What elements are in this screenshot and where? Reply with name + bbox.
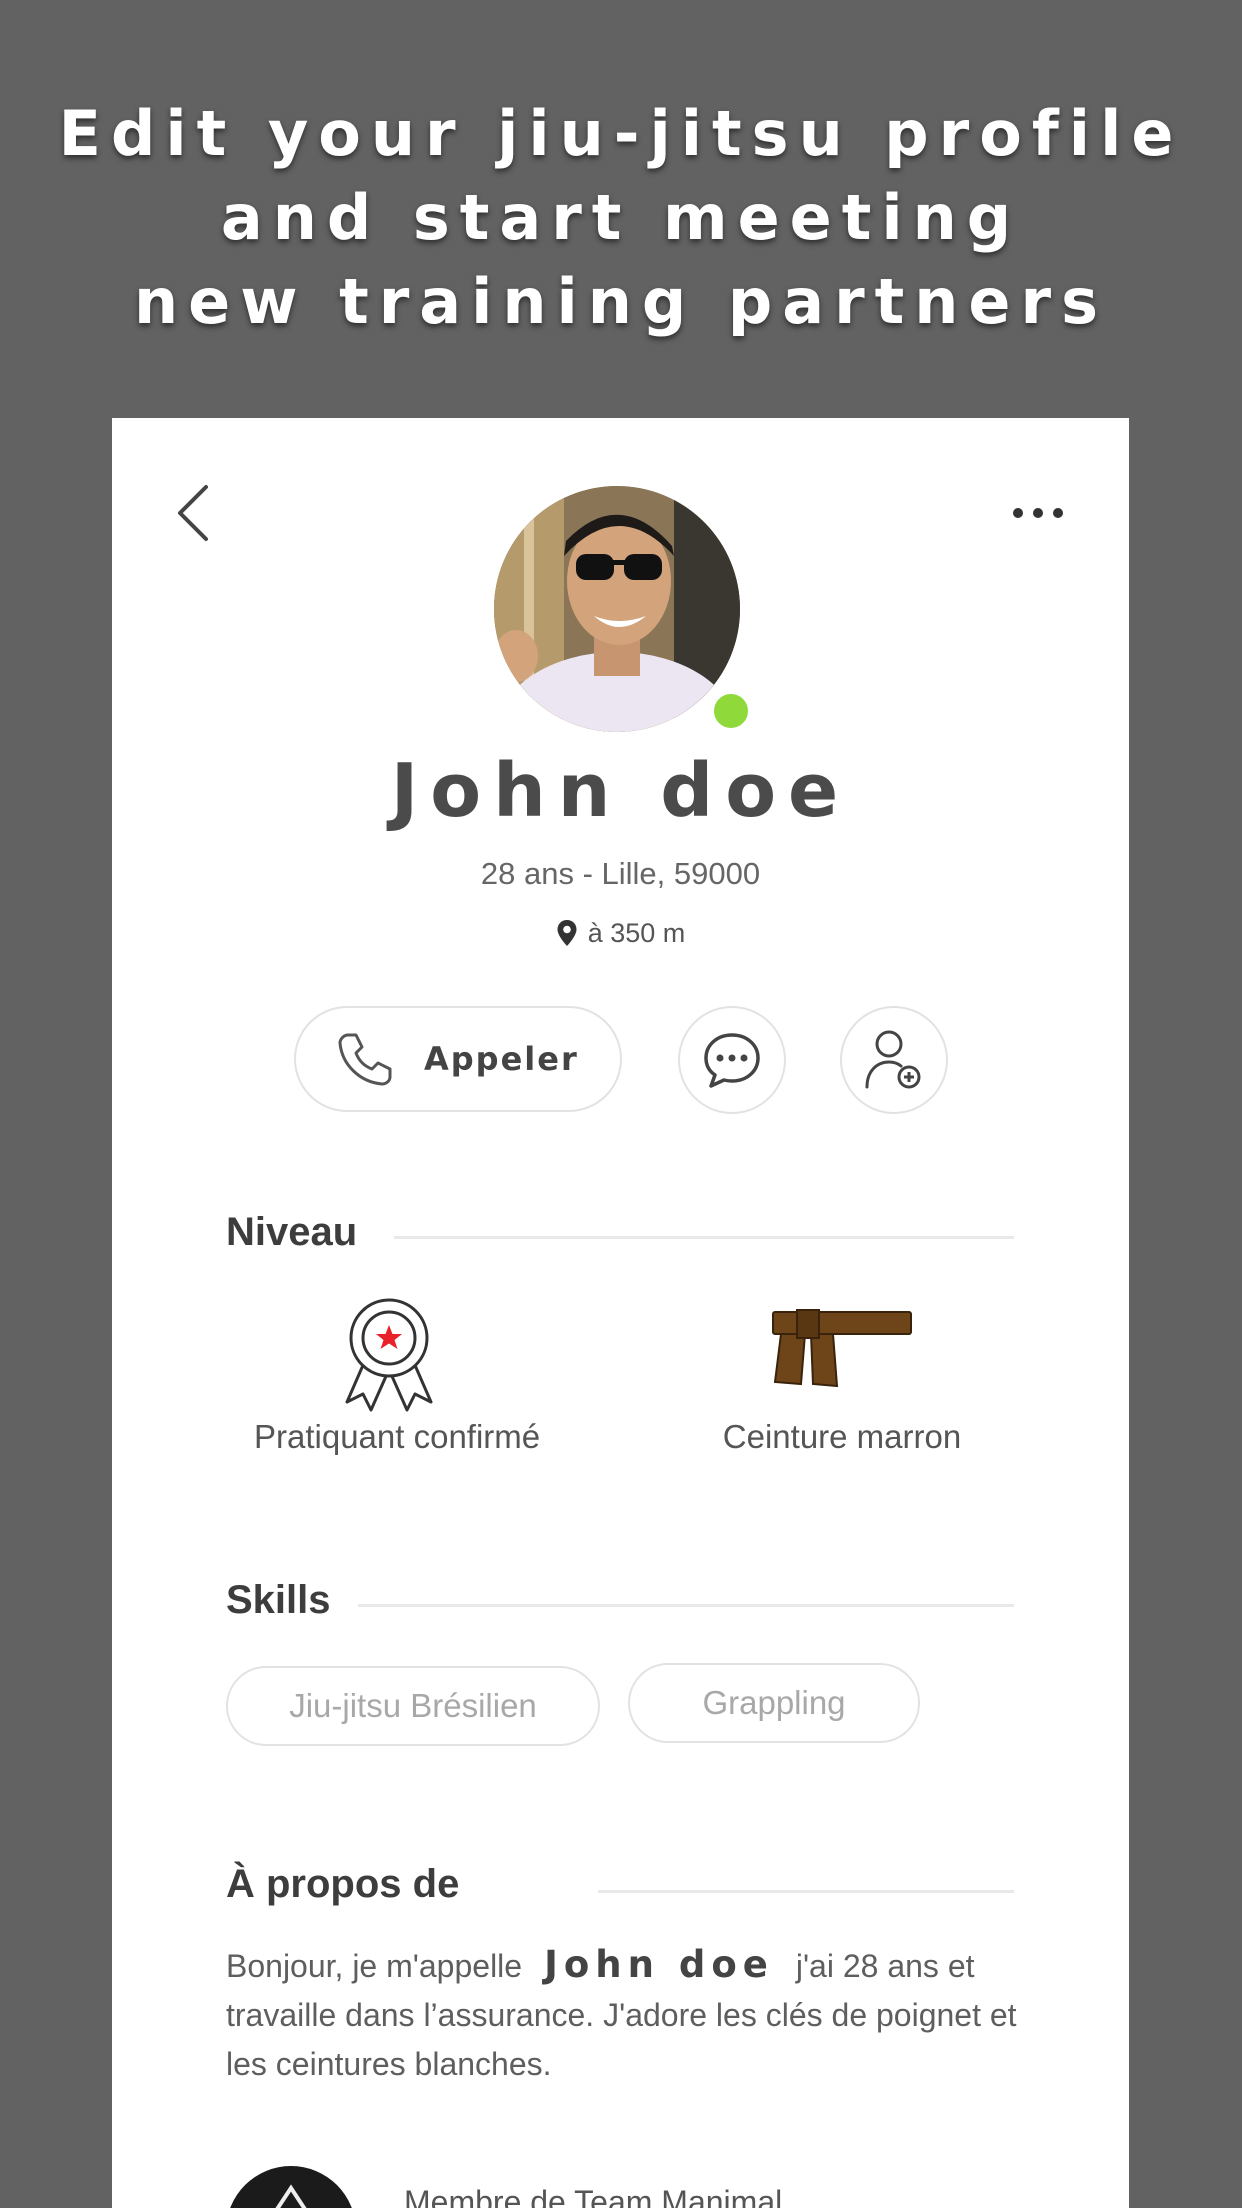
about-name: John doe xyxy=(544,1943,774,1986)
add-user-icon xyxy=(865,1030,921,1089)
belt-icon xyxy=(772,1309,912,1388)
add-friend-button[interactable] xyxy=(840,1006,948,1114)
headline-line-2: and start meeting xyxy=(220,181,1022,254)
level-experience-label: Pratiquant confirmé xyxy=(254,1418,541,1455)
phone-icon xyxy=(338,1033,392,1086)
back-button[interactable] xyxy=(174,483,214,543)
profile-name: John doe xyxy=(390,748,851,834)
message-button[interactable] xyxy=(678,1006,786,1114)
award-badge-icon xyxy=(345,1298,433,1412)
section-divider xyxy=(358,1604,1014,1607)
skill-chip[interactable]: Grappling xyxy=(628,1663,920,1743)
distance-text: à 350 m xyxy=(587,918,686,948)
chevron-left-icon xyxy=(178,485,208,541)
section-title-skills: Skills xyxy=(226,1578,331,1622)
section-divider xyxy=(394,1236,1014,1239)
about-intro: Bonjour, je m'appelle xyxy=(226,1948,523,1984)
location-pin-icon xyxy=(557,920,577,946)
promo-headline: Edit your jiu-jitsu profile and start me… xyxy=(0,92,1242,344)
avatar-photo xyxy=(494,486,740,732)
about-rest-line1: j'ai 28 ans xyxy=(795,1948,939,1984)
team-membership: Membre de Team Manimal xyxy=(404,2184,783,2208)
team-logo xyxy=(226,2166,356,2208)
level-experience: Pratiquant confirmé xyxy=(254,1294,541,1456)
level-belt-label: Ceinture marron xyxy=(722,1418,962,1455)
profile-distance: à 350 m xyxy=(112,918,1129,949)
profile-age-location: 28 ans - Lille, 59000 xyxy=(480,856,761,891)
section-title-niveau: Niveau xyxy=(226,1210,358,1254)
call-button[interactable]: Appeler xyxy=(294,1006,622,1112)
more-dots-icon xyxy=(1013,508,1063,518)
level-belt: Ceinture marron xyxy=(692,1294,992,1456)
about-text: Bonjour, je m'appelle John doe j'ai 28 ans… xyxy=(226,1940,1026,2089)
headline-line-1: Edit your jiu-jitsu profile xyxy=(58,97,1184,170)
section-title-about: À propos de xyxy=(226,1862,460,1906)
headline-line-3: new training partners xyxy=(134,265,1108,338)
section-divider xyxy=(598,1890,1014,1893)
more-options-button[interactable] xyxy=(1010,498,1066,528)
chat-bubble-icon xyxy=(704,1033,760,1088)
profile-card: John doe 28 ans - Lille, 59000 à 350 m A… xyxy=(112,418,1129,2208)
call-button-label: Appeler xyxy=(424,1040,579,1078)
skill-chip[interactable]: Jiu-jitsu Brésilien xyxy=(226,1666,600,1746)
online-status-indicator xyxy=(710,690,752,732)
avatar[interactable] xyxy=(494,486,740,732)
